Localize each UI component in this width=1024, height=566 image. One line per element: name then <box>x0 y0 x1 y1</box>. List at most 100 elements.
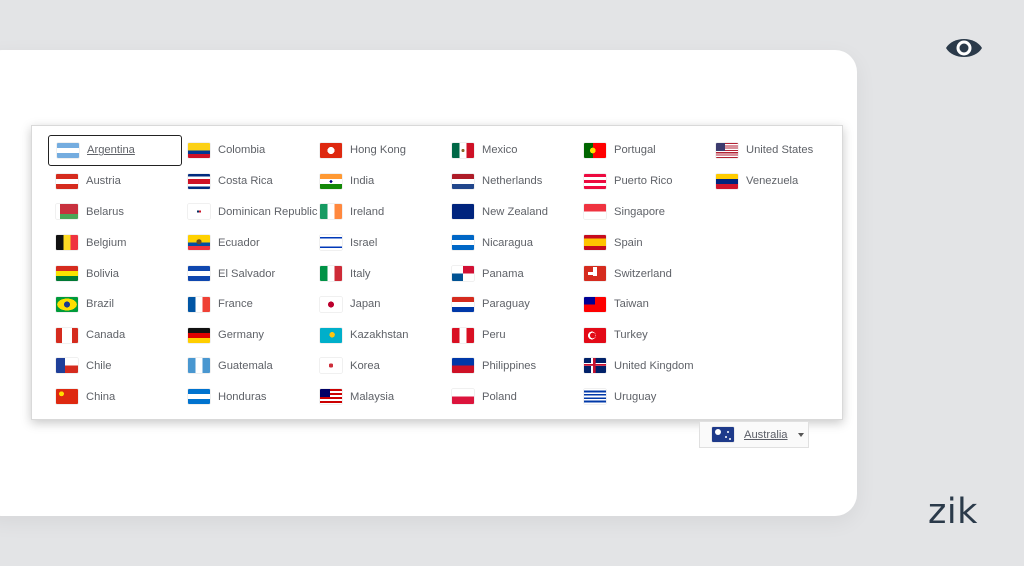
country-option-venezuela[interactable]: Venezuela <box>708 166 840 197</box>
country-option-panama[interactable]: Panama <box>444 258 576 289</box>
country-option-turkey[interactable]: Turkey <box>576 320 708 351</box>
country-name: El Salvador <box>218 267 276 280</box>
country-option-nicaragua[interactable]: Nicaragua <box>444 227 576 258</box>
flag-honduras-icon <box>188 389 210 405</box>
country-option-dominican-republic[interactable]: Dominican Republic <box>180 197 318 228</box>
country-option-peru[interactable]: Peru <box>444 320 576 351</box>
country-option-puerto-rico[interactable]: Puerto Rico <box>576 166 708 197</box>
flag-brazil-icon <box>56 296 78 312</box>
country-name: Austria <box>86 175 121 188</box>
country-name: Kazakhstan <box>350 329 409 342</box>
country-name: Japan <box>350 298 381 311</box>
chevron-down-icon[interactable] <box>797 432 804 437</box>
country-name: Korea <box>350 359 380 372</box>
country-name: China <box>86 390 116 403</box>
country-name: Panama <box>482 267 524 280</box>
country-option-taiwan[interactable]: Taiwan <box>576 289 708 320</box>
country-name: Peru <box>482 329 506 342</box>
country-option-bolivia[interactable]: Bolivia <box>48 258 180 289</box>
eye-icon[interactable] <box>944 34 984 62</box>
country-option-netherlands[interactable]: Netherlands <box>444 166 576 197</box>
country-name: Malaysia <box>350 390 395 403</box>
flag-panama-icon <box>452 266 474 282</box>
country-name: Poland <box>482 390 517 403</box>
country-option-new-zealand[interactable]: New Zealand <box>444 197 576 228</box>
country-option-ireland[interactable]: Ireland <box>312 197 444 228</box>
country-option-el-salvador[interactable]: El Salvador <box>180 258 312 289</box>
flag-poland-icon <box>452 389 474 405</box>
country-option-chile[interactable]: Chile <box>48 351 180 382</box>
country-option-honduras[interactable]: Honduras <box>180 381 312 412</box>
country-option-india[interactable]: India <box>312 166 444 197</box>
country-option-paraguay[interactable]: Paraguay <box>444 289 576 320</box>
country-option-guatemala[interactable]: Guatemala <box>180 351 312 382</box>
country-name: Ireland <box>350 205 385 218</box>
flag-netherlands-icon <box>452 173 474 189</box>
country-name: Uruguay <box>614 390 657 403</box>
flag-canada-icon <box>56 327 78 343</box>
country-name: Belarus <box>86 205 124 218</box>
flag-dominican-republic-icon <box>188 204 210 220</box>
country-name: India <box>350 175 375 188</box>
country-option-switzerland[interactable]: Switzerland <box>576 258 708 289</box>
flag-philippines-icon <box>452 358 474 374</box>
flag-costa-rica-icon <box>188 173 210 189</box>
flag-mexico-icon <box>452 142 474 158</box>
country-option-philippines[interactable]: Philippines <box>444 351 576 382</box>
flag-ireland-icon <box>320 204 342 220</box>
flag-singapore-icon <box>584 204 606 220</box>
selected-country-label: Australia <box>744 428 788 441</box>
country-option-costa-rica[interactable]: Costa Rica <box>180 166 312 197</box>
country-name: Germany <box>218 329 265 342</box>
flag-chile-icon <box>56 358 78 374</box>
flag-malaysia-icon <box>320 389 342 405</box>
country-option-spain[interactable]: Spain <box>576 227 708 258</box>
flag-korea-icon <box>320 358 342 374</box>
country-option-united-kingdom[interactable]: United Kingdom <box>576 351 708 382</box>
flag-italy-icon <box>320 266 342 282</box>
country-option-china[interactable]: China <box>48 381 180 412</box>
country-name: France <box>218 298 253 311</box>
country-option-singapore[interactable]: Singapore <box>576 197 708 228</box>
flag-new-zealand-icon <box>452 204 474 220</box>
country-option-france[interactable]: France <box>180 289 312 320</box>
country-option-germany[interactable]: Germany <box>180 320 312 351</box>
country-option-brazil[interactable]: Brazil <box>48 289 180 320</box>
country-option-ecuador[interactable]: Ecuador <box>180 227 312 258</box>
country-name: Paraguay <box>482 298 530 311</box>
country-option-colombia[interactable]: Colombia <box>180 135 312 166</box>
flag-el-salvador-icon <box>188 266 210 282</box>
country-option-israel[interactable]: Israel <box>312 227 444 258</box>
country-name: Mexico <box>482 144 518 157</box>
country-option-hong-kong[interactable]: Hong Kong <box>312 135 444 166</box>
country-name: Spain <box>614 236 643 249</box>
country-option-belarus[interactable]: Belarus <box>48 197 180 228</box>
flag-bolivia-icon <box>56 266 78 282</box>
country-option-belgium[interactable]: Belgium <box>48 227 180 258</box>
country-option-uruguay[interactable]: Uruguay <box>576 381 708 412</box>
brand-logo: zik <box>928 492 978 532</box>
country-selector-button[interactable]: Australia <box>699 421 809 448</box>
country-option-kazakhstan[interactable]: Kazakhstan <box>312 320 444 351</box>
flag-ecuador-icon <box>188 235 210 251</box>
country-option-argentina[interactable]: Argentina <box>48 135 182 166</box>
country-option-poland[interactable]: Poland <box>444 381 576 412</box>
country-option-portugal[interactable]: Portugal <box>576 135 708 166</box>
country-option-japan[interactable]: Japan <box>312 289 444 320</box>
country-option-mexico[interactable]: Mexico <box>444 135 576 166</box>
flag-israel-icon <box>320 235 342 251</box>
country-option-malaysia[interactable]: Malaysia <box>312 381 444 412</box>
country-option-austria[interactable]: Austria <box>48 166 180 197</box>
country-name: Italy <box>350 267 371 280</box>
flag-india-icon <box>320 173 342 189</box>
country-option-united-states[interactable]: United States <box>708 135 840 166</box>
flag-france-icon <box>188 296 210 312</box>
country-name: Honduras <box>218 390 267 403</box>
country-name: Switzerland <box>614 267 672 280</box>
country-option-italy[interactable]: Italy <box>312 258 444 289</box>
country-option-korea[interactable]: Korea <box>312 351 444 382</box>
flag-belarus-icon <box>56 204 78 220</box>
country-name: Netherlands <box>482 175 543 188</box>
country-option-canada[interactable]: Canada <box>48 320 180 351</box>
country-list: Argentina Austria Belarus Belgium Bolivia Bra… <box>48 135 840 412</box>
